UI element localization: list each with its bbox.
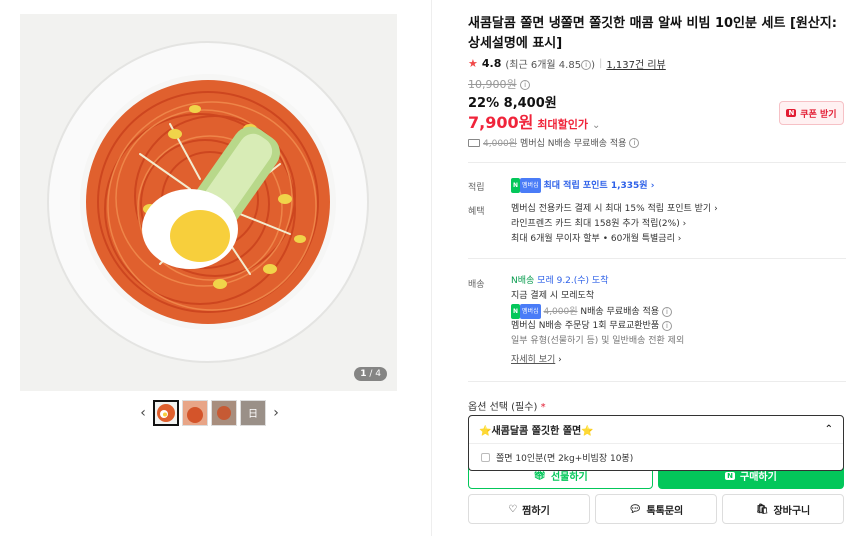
- prev-thumb-arrow-icon[interactable]: ‹: [136, 400, 150, 426]
- shipping-text: 멤버십 N배송 무료배송 적용: [520, 139, 627, 149]
- chevron-up-icon: ⌃: [824, 424, 833, 435]
- naver-pay-icon: N: [725, 471, 736, 480]
- coupon-button[interactable]: N 쿠폰 받기: [779, 101, 844, 125]
- delivery-more-link[interactable]: 자세히 보기 ›: [511, 353, 562, 368]
- option-item-label: 쫄면 10인분(면 2kg+비빔장 10봉): [496, 453, 634, 464]
- next-thumb-arrow-icon[interactable]: ›: [269, 400, 283, 426]
- divider: [468, 258, 846, 259]
- thumb-image-3: [212, 401, 236, 425]
- max-discount-row[interactable]: 7,900원 최대할인가 ⌄: [468, 109, 600, 133]
- info-icon[interactable]: i: [661, 320, 672, 331]
- delivery-line-1: 지금 결제 시 모레도착: [511, 291, 595, 301]
- info-icon[interactable]: i: [661, 306, 672, 317]
- delivery-line-3: 멤버십 N배송 주문당 1회 무료교환반품 i: [511, 319, 672, 334]
- chat-icon: 💬︎: [628, 503, 642, 515]
- product-gallery: 1 / 4 ‹ 日 ›: [0, 0, 432, 536]
- gift-icon: 🎁︎: [533, 470, 546, 481]
- shipping-line: 4,000원 멤버십 N배송 무료배송 적용 i: [468, 136, 640, 149]
- info-icon[interactable]: i: [520, 80, 531, 90]
- thumbnail-1[interactable]: [153, 400, 179, 426]
- max-price: 7,900원: [468, 113, 534, 132]
- perks-label: 혜택: [468, 207, 485, 217]
- noodle-dish-image: [20, 14, 397, 391]
- product-info: 새콤달콤 쫄면 냉쫄면 쫄깃한 매콤 알싸 비빔 10인분 세트 [원산지:상세…: [468, 0, 846, 536]
- action-buttons: 🎁︎ 선물하기 N 구매하기 ♡ 찜하기 💬︎ 톡톡문의 🛍︎ 장바구니: [468, 460, 844, 536]
- points-row[interactable]: N 멤버십 최대 적립 포인트 1,335원 ›: [511, 178, 654, 194]
- divider: [468, 162, 846, 163]
- thumbnail-2[interactable]: [182, 400, 208, 426]
- naver-n-badge: N: [511, 304, 521, 319]
- rating-recent: (최근 6개월 4.85 i): [505, 60, 595, 71]
- option-item[interactable]: 쫄면 10인분(면 2kg+비빔장 10봉): [469, 444, 843, 470]
- rating-row: ★ 4.8 (최근 6개월 4.85 i) | 1,137건 리뷰: [468, 56, 666, 71]
- membership-badge: 멤버십: [520, 178, 541, 193]
- separator: |: [598, 58, 603, 69]
- naver-n-icon: N: [786, 109, 797, 117]
- option-dropdown-header[interactable]: ⭐새콤달콤 쫄깃한 쫄면⭐ ⌃: [469, 416, 843, 444]
- membership-badge: 멤버십: [520, 304, 541, 319]
- original-price: 10,900원 i: [468, 76, 531, 92]
- delivery-fee-text: N배송 무료배송 적용: [580, 307, 660, 317]
- max-price-label: 최대할인가: [537, 118, 588, 131]
- truck-icon: [468, 138, 480, 147]
- selected-option-label: ⭐새콤달콤 쫄깃한 쫄면⭐: [479, 426, 594, 437]
- perk-3[interactable]: 최대 6개월 무이자 할부 • 60개월 특별금리 ›: [511, 232, 681, 247]
- thumbnail-strip: ‹ 日 ›: [136, 400, 283, 426]
- image-counter: 1 / 4: [354, 367, 387, 381]
- rating-score: 4.8: [481, 57, 502, 70]
- info-icon[interactable]: i: [581, 60, 592, 70]
- delivery-line-4: 일부 유형(선물하기 등) 및 일반배송 전환 제외: [511, 336, 685, 346]
- wish-button[interactable]: ♡ 찜하기: [468, 494, 590, 524]
- star-icon: ★: [468, 57, 478, 70]
- product-title: 새콤달콤 쫄면 냉쫄면 쫄깃한 매콤 알싸 비빔 10인분 세트 [원산지:상세…: [468, 16, 837, 51]
- divider: [468, 381, 846, 382]
- svg-text:日: 日: [248, 409, 258, 420]
- perk-1[interactable]: 멤버십 전용카드 결제 시 최대 15% 적립 포인트 받기 ›: [511, 202, 718, 217]
- talk-inquiry-button[interactable]: 💬︎ 톡톡문의: [595, 494, 717, 524]
- thumb-image-4: 日: [241, 401, 265, 425]
- chevron-down-icon: ⌄: [591, 120, 601, 131]
- n-delivery-badge: N배송: [511, 276, 535, 286]
- perk-2[interactable]: 라인프렌즈 카드 최대 158원 추가 적립(2%) ›: [511, 217, 686, 232]
- points-label: 적립: [468, 183, 485, 193]
- thumb-image-1: [155, 402, 177, 424]
- option-title: 옵션 선택 (필수) *: [468, 402, 546, 413]
- shipping-old-fee: 4,000원: [483, 139, 518, 149]
- thumbnail-4[interactable]: 日: [240, 400, 266, 426]
- option-dropdown[interactable]: ⭐새콤달콤 쫄깃한 쫄면⭐ ⌃ 쫄면 10인분(면 2kg+비빔장 10봉): [468, 415, 844, 471]
- coupon-label: 쿠폰 받기: [800, 109, 837, 120]
- option-checkbox[interactable]: [481, 452, 490, 462]
- cart-button[interactable]: 🛍︎ 장바구니: [722, 494, 844, 524]
- delivery-arrival-row: N배송 모레 9.2.(수) 도착: [511, 274, 609, 289]
- thumbnail-3[interactable]: [211, 400, 237, 426]
- arrival-date: 모레 9.2.(수) 도착: [537, 276, 609, 286]
- points-text: 최대 적립 포인트 1,335원: [543, 181, 648, 191]
- reviews-link[interactable]: 1,137건 리뷰: [606, 56, 665, 71]
- delivery-fee-row: N 멤버십 4,000원 N배송 무료배송 적용 i: [511, 304, 672, 320]
- thumb-image-2: [183, 401, 207, 425]
- info-icon[interactable]: i: [629, 137, 640, 148]
- delivery-old-fee: 4,000원: [543, 307, 578, 317]
- main-product-image[interactable]: 1 / 4: [20, 14, 397, 391]
- naver-n-badge: N: [511, 178, 521, 193]
- heart-icon: ♡: [508, 503, 518, 515]
- delivery-label: 배송: [468, 280, 485, 290]
- shopping-bag-icon: 🛍︎: [755, 503, 769, 515]
